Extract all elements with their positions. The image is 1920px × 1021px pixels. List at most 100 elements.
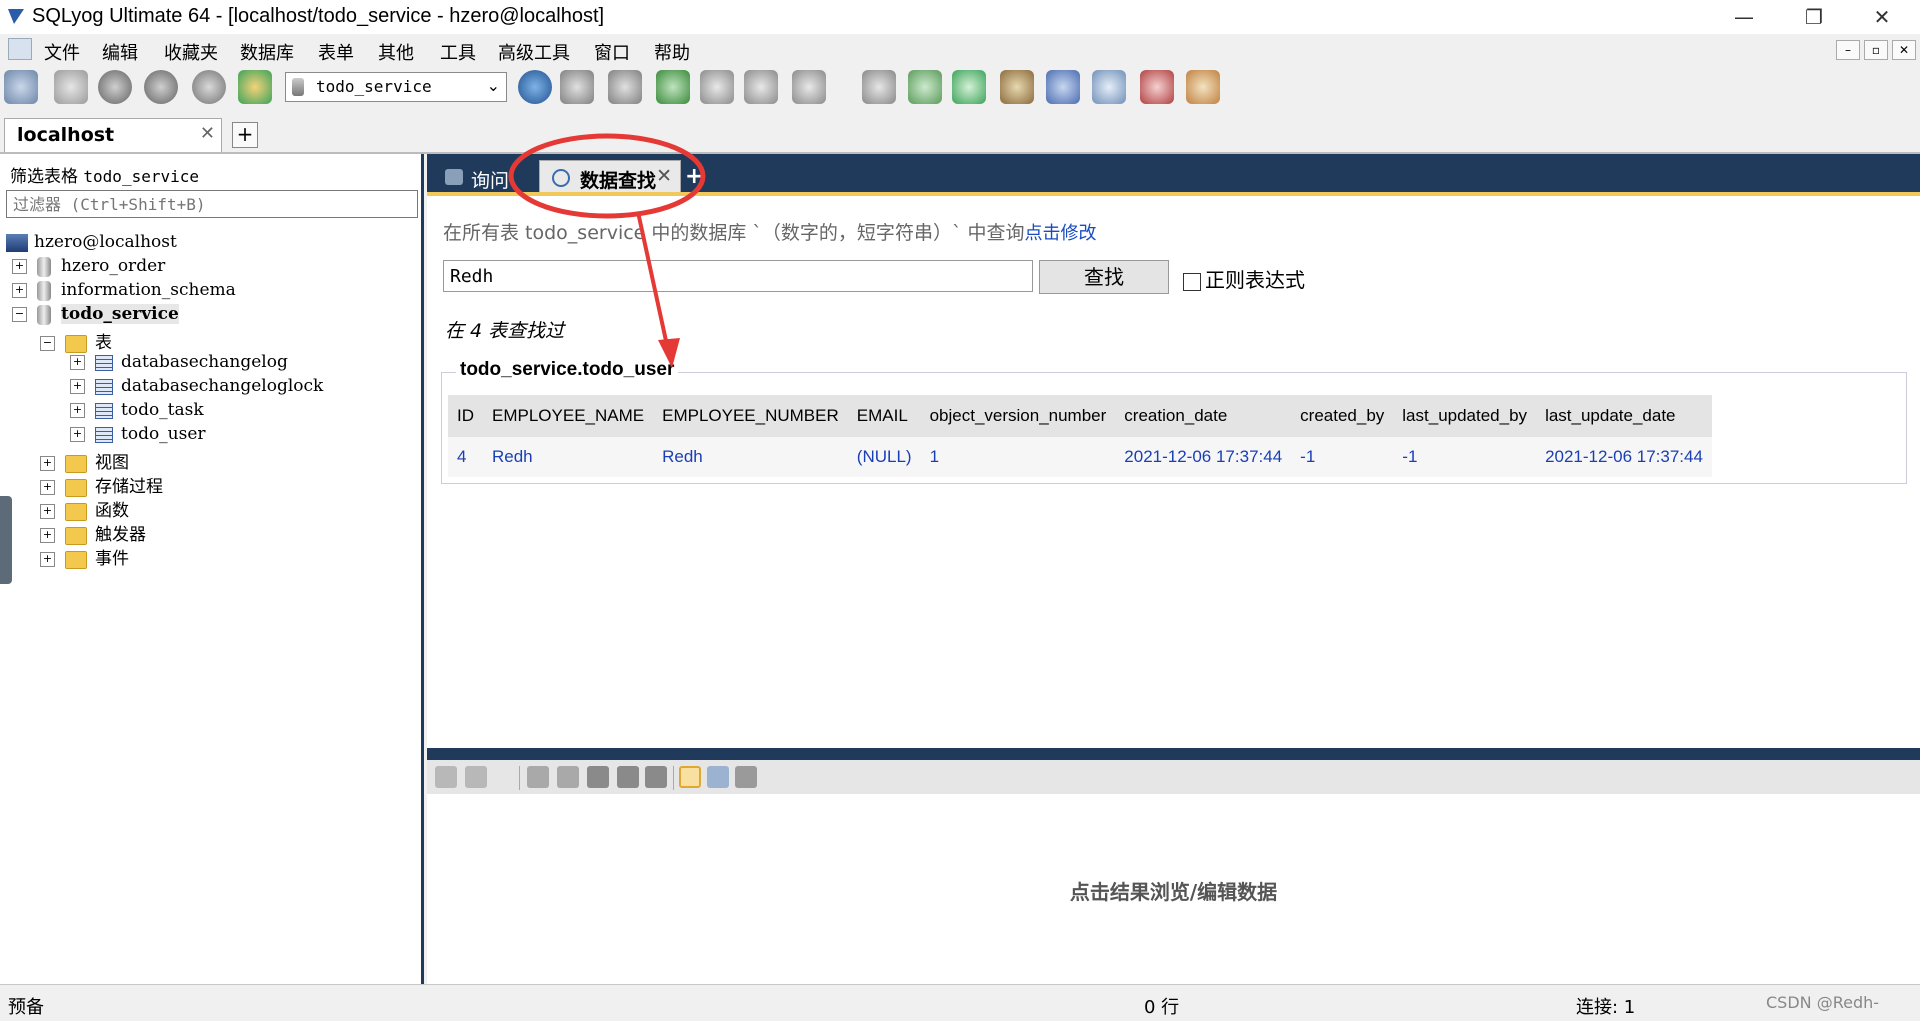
column-header[interactable]: created_by (1291, 395, 1394, 437)
table-cell[interactable]: 1 (920, 437, 1116, 477)
tree-table-item[interactable]: + databasechangelog (70, 352, 288, 376)
menu-window[interactable]: 窗口 (594, 39, 630, 65)
monitor-icon[interactable] (1092, 70, 1126, 104)
tree-table-item[interactable]: + todo_task (70, 400, 204, 424)
grid-view-icon[interactable] (679, 766, 701, 788)
column-header[interactable]: EMAIL (847, 395, 921, 437)
new-query-icon[interactable] (54, 70, 88, 104)
collapse-icon[interactable]: − (12, 307, 27, 322)
backup-icon[interactable] (656, 70, 690, 104)
tree-db-todo-service[interactable]: − todo_service (12, 304, 179, 328)
expand-icon[interactable]: + (70, 355, 85, 370)
change-scope-link[interactable]: 点击修改 (1024, 223, 1096, 244)
expand-icon[interactable]: + (70, 403, 85, 418)
import-icon[interactable] (560, 70, 594, 104)
execute-query-icon[interactable] (98, 70, 132, 104)
filter-input[interactable] (7, 191, 417, 217)
tree-folder-tables[interactable]: − 表 (40, 328, 112, 353)
tab-data-search[interactable]: 数据查找 ✕ (539, 160, 681, 194)
app-menu-icon[interactable] (8, 38, 32, 60)
expand-icon[interactable]: + (40, 480, 55, 495)
menu-favorites[interactable]: 收藏夹 (164, 39, 218, 65)
table-cell[interactable]: 2021-12-06 17:37:44 (1536, 437, 1712, 477)
new-connection-icon[interactable] (4, 70, 38, 104)
schema-designer-icon[interactable] (1186, 70, 1220, 104)
export-dropdown-icon[interactable] (465, 766, 487, 788)
database-select[interactable]: todo_service ⌄ (285, 72, 507, 102)
menu-table[interactable]: 表单 (318, 39, 354, 65)
close-connection-icon[interactable]: ✕ (200, 123, 215, 144)
delete-icon[interactable] (617, 766, 639, 788)
column-header[interactable]: EMPLOYEE_NAME (483, 395, 654, 437)
tree-folder-triggers[interactable]: + 触发器 (40, 520, 146, 545)
copy-table-icon[interactable] (792, 70, 826, 104)
tree-table-item[interactable]: + databasechangeloglock (70, 376, 323, 400)
expand-icon[interactable]: + (40, 456, 55, 471)
menu-advanced-tools[interactable]: 高级工具 (498, 39, 570, 65)
menu-edit[interactable]: 编辑 (102, 39, 138, 65)
close-window-button[interactable]: ✕ (1852, 0, 1912, 34)
expand-icon[interactable]: + (12, 283, 27, 298)
schema-icon[interactable] (238, 70, 272, 104)
table-cell[interactable]: 2021-12-06 17:37:44 (1115, 437, 1292, 477)
expand-icon[interactable]: + (70, 379, 85, 394)
mdi-minimize-button[interactable]: – (1836, 40, 1860, 60)
table-cell[interactable]: (NULL) (847, 437, 921, 477)
expand-icon[interactable]: + (70, 427, 85, 442)
table-data-icon[interactable] (700, 70, 734, 104)
text-view-icon[interactable] (735, 766, 757, 788)
tree-server[interactable]: hzero@localhost (6, 232, 177, 256)
table-structure-icon[interactable] (744, 70, 778, 104)
save-icon[interactable] (587, 766, 609, 788)
table-cell[interactable]: -1 (1393, 437, 1537, 477)
execute-all-icon[interactable] (144, 70, 178, 104)
menu-help[interactable]: 帮助 (654, 39, 690, 65)
menu-other[interactable]: 其他 (378, 39, 414, 65)
sync-icon[interactable] (908, 70, 942, 104)
tree-folder-procedures[interactable]: + 存储过程 (40, 472, 163, 497)
tree-db-hzero-order[interactable]: + hzero_order (12, 256, 165, 280)
form-view-icon[interactable] (707, 766, 729, 788)
add-tab-button[interactable]: + (685, 164, 703, 189)
close-tab-icon[interactable]: ✕ (656, 165, 672, 187)
tree-folder-views[interactable]: + 视图 (40, 448, 129, 473)
column-header[interactable]: last_update_date (1536, 395, 1712, 437)
migration-icon[interactable] (1000, 70, 1034, 104)
maximize-button[interactable]: ❐ (1784, 0, 1844, 34)
checkbox-icon[interactable] (1183, 272, 1201, 291)
tool-icon[interactable] (862, 70, 896, 104)
query-builder-icon[interactable] (1140, 70, 1174, 104)
column-header[interactable]: creation_date (1115, 395, 1292, 437)
insert-row-icon[interactable] (527, 766, 549, 788)
tree-db-information-schema[interactable]: + information_schema (12, 280, 236, 304)
grid-import-icon[interactable] (435, 766, 457, 788)
column-header[interactable]: ID (448, 395, 483, 437)
add-connection-button[interactable]: + (232, 122, 258, 148)
table-row[interactable]: 4 Redh Redh (NULL) 1 2021-12-06 17:37:44… (448, 437, 1712, 477)
find-button[interactable]: 查找 (1039, 260, 1169, 294)
collapse-icon[interactable]: − (40, 336, 55, 351)
column-header[interactable]: last_updated_by (1393, 395, 1537, 437)
compare-icon[interactable] (952, 70, 986, 104)
tree-folder-functions[interactable]: + 函数 (40, 496, 129, 521)
menu-file[interactable]: 文件 (44, 39, 80, 65)
cancel-changes-icon[interactable] (645, 766, 667, 788)
user-manager-icon[interactable] (518, 70, 552, 104)
table-cell[interactable]: Redh (653, 437, 848, 477)
tab-query[interactable]: 询问 (433, 160, 537, 194)
tree-table-item[interactable]: + todo_user (70, 424, 206, 448)
scheduler-icon[interactable] (1046, 70, 1080, 104)
table-cell[interactable]: -1 (1291, 437, 1394, 477)
column-header[interactable]: EMPLOYEE_NUMBER (653, 395, 848, 437)
tree-folder-events[interactable]: + 事件 (40, 544, 129, 569)
export-icon[interactable] (608, 70, 642, 104)
connection-tab-localhost[interactable]: localhost ✕ (4, 118, 222, 152)
regex-checkbox[interactable]: 正则表达式 (1183, 264, 1305, 293)
expand-icon[interactable]: + (12, 259, 27, 274)
expand-icon[interactable]: + (40, 504, 55, 519)
column-header[interactable]: object_version_number (920, 395, 1116, 437)
search-input[interactable] (444, 261, 1032, 291)
menu-database[interactable]: 数据库 (240, 39, 294, 65)
mdi-close-button[interactable]: ✕ (1892, 40, 1916, 60)
expand-icon[interactable]: + (40, 552, 55, 567)
